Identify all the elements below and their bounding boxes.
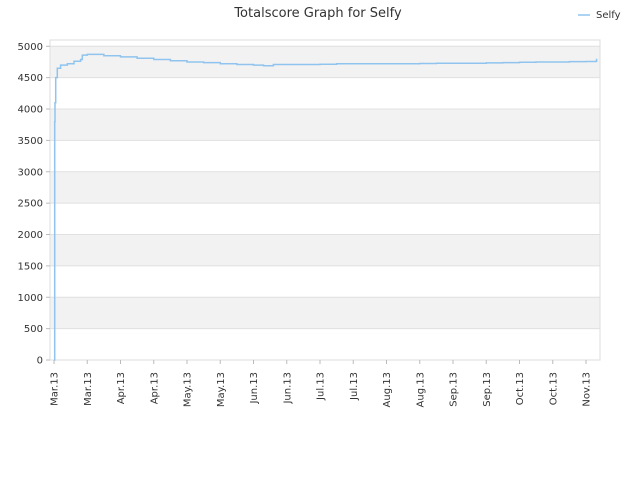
y-axis: 0 500 1000 1500 2000 2500 3000 3500 4000 4500 5000 <box>18 42 50 367</box>
plot-band <box>50 109 600 141</box>
legend-label: Selfy <box>596 10 621 21</box>
plot-band <box>50 234 600 266</box>
y-tick-label: 4500 <box>18 73 43 84</box>
chart-title: Totalscore Graph for Selfy <box>233 6 402 21</box>
y-tick-label: 5000 <box>18 42 43 53</box>
x-tick-label: Sep.13 <box>449 372 460 407</box>
y-tick-label: 2000 <box>18 230 43 241</box>
x-tick-label: Oct.13 <box>548 372 559 405</box>
y-tick-label: 0 <box>37 356 43 367</box>
plot-bands <box>50 46 600 329</box>
y-tick-label: 4000 <box>18 105 43 116</box>
x-axis: Mar.13 Mar.13 Apr.13 Apr.13 May.13 May.13 Jun.… <box>50 360 593 407</box>
x-tick-label: Aug.13 <box>415 372 426 407</box>
x-tick-label: Sep.13 <box>482 372 493 407</box>
y-tick-label: 1500 <box>18 261 43 272</box>
x-tick-label: Mar.13 <box>83 372 94 406</box>
x-tick-label: Nov.13 <box>582 372 593 407</box>
x-tick-label: Apr.13 <box>116 372 127 404</box>
x-tick-label: Oct.13 <box>515 372 526 405</box>
plot-band <box>50 297 600 329</box>
chart: Totalscore Graph for Selfy Selfy 0 500 100… <box>18 6 621 407</box>
legend: Selfy <box>578 10 621 21</box>
x-tick-label: Aug.13 <box>382 372 393 407</box>
x-tick-label: Jul.13 <box>316 372 327 401</box>
x-tick-label: Mar.13 <box>50 372 61 406</box>
plot-band <box>50 171 600 204</box>
y-tick-label: 2500 <box>18 199 43 210</box>
x-tick-label: Apr.13 <box>149 372 160 404</box>
y-tick-label: 500 <box>24 324 43 335</box>
x-tick-label: May.13 <box>216 372 227 407</box>
x-tick-label: Jun.13 <box>282 372 293 405</box>
x-tick-label: Jun.13 <box>249 372 260 405</box>
y-tick-label: 3000 <box>18 167 43 178</box>
x-tick-label: May.13 <box>183 372 194 407</box>
x-tick-label: Jul.13 <box>349 372 360 401</box>
y-tick-label: 1000 <box>18 293 43 304</box>
y-tick-label: 3500 <box>18 136 43 147</box>
